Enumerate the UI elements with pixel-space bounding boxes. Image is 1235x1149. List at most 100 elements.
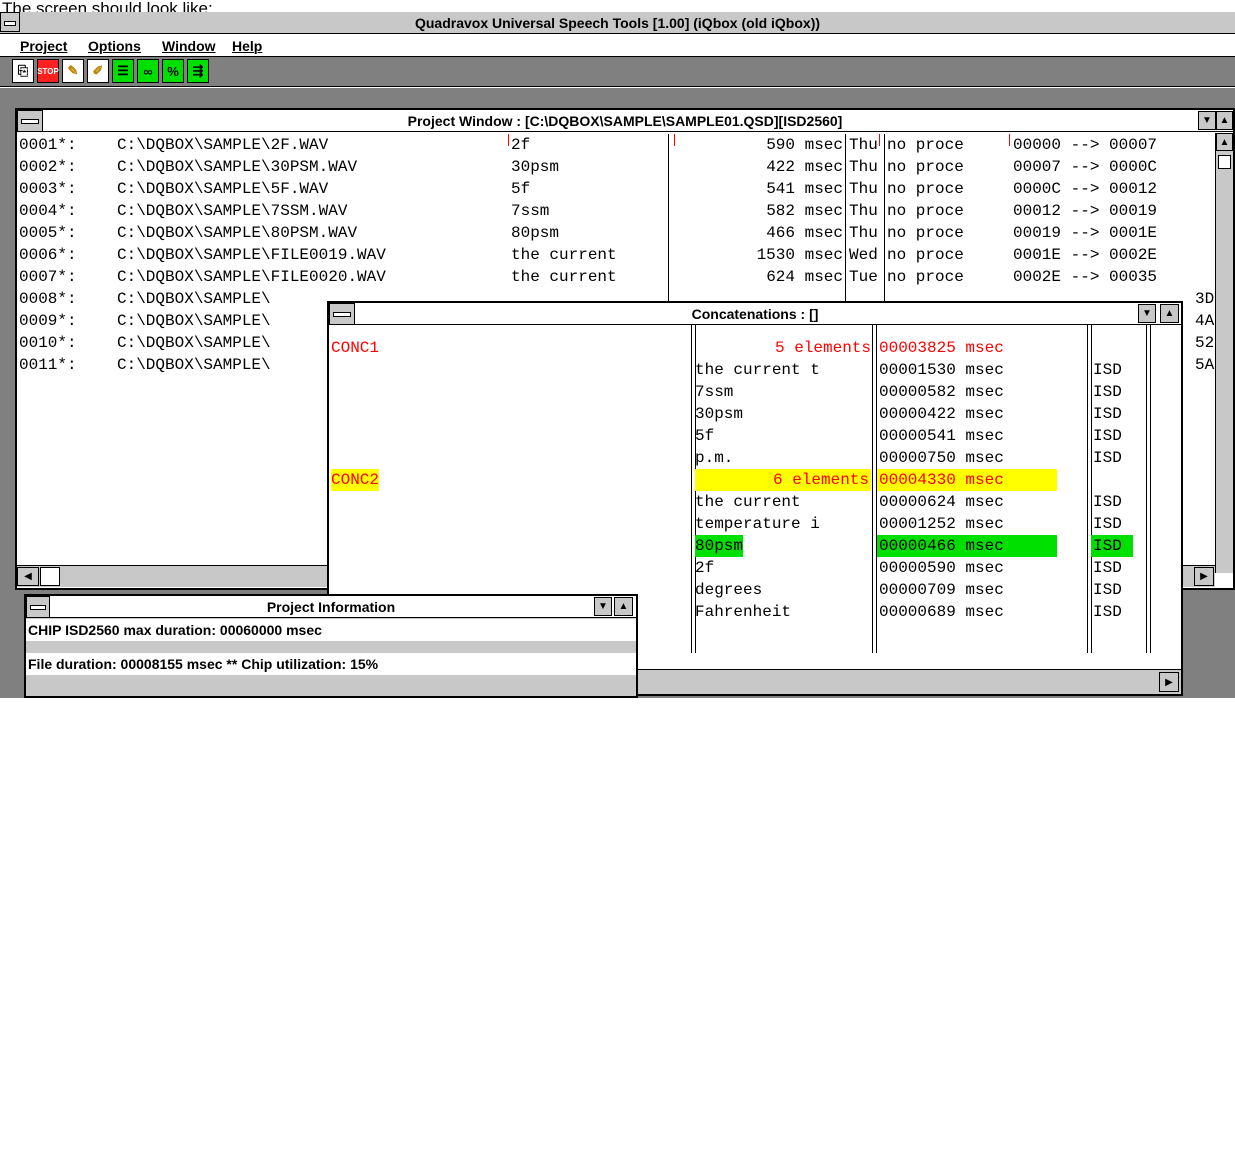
- scroll-right-arrow-icon[interactable]: ▶: [1194, 567, 1214, 586]
- file-path: C:\DQBOX\SAMPLE\7SSM.WAV: [117, 202, 348, 220]
- menu-bar: Project Options Window Help: [0, 35, 1235, 57]
- element-chip: ISD: [1093, 449, 1122, 467]
- concatenation-list: CONC1 5 elements 00003825 msec the curre…: [329, 303, 1179, 1149]
- element-chip: ISD: [1093, 515, 1122, 533]
- scroll-up-arrow-icon[interactable]: ▲: [1216, 133, 1233, 151]
- file-day: Thu: [849, 136, 878, 154]
- scrollbar-thumb[interactable]: [40, 567, 60, 586]
- element-duration: 00000624 msec: [879, 493, 1004, 511]
- element-name[interactable]: p.m.: [695, 447, 733, 469]
- project-window-title: Project Window : [C:\DQBOX\SAMPLE\SAMPLE…: [407, 113, 843, 129]
- file-path: C:\DQBOX\SAMPLE\5F.WAV: [117, 180, 329, 198]
- table-row[interactable]: 0008*: C:\DQBOX\SAMPLE\ 3D: [17, 288, 1214, 310]
- file-name: the current: [511, 268, 617, 286]
- element-chip: ISD: [1093, 581, 1122, 599]
- concatenation-name[interactable]: CONC1: [331, 337, 379, 359]
- scroll-right-arrow-icon[interactable]: ▶: [1159, 672, 1179, 692]
- table-row[interactable]: 0005*: C:\DQBOX\SAMPLE\80PSM.WAV 80psm 4…: [17, 222, 1157, 244]
- element-name[interactable]: 30psm: [695, 403, 743, 425]
- file-id: 0011*:: [19, 356, 77, 374]
- table-row[interactable]: 0011*: C:\DQBOX\SAMPLE\ 5A: [17, 354, 1214, 376]
- list-icon[interactable]: ☰: [112, 59, 134, 83]
- element-duration: 00000709 msec: [879, 581, 1004, 599]
- file-range: 00007 --> 0000C: [1013, 158, 1158, 176]
- project-window-titlebar: Project Window : [C:\DQBOX\SAMPLE\SAMPLE…: [17, 110, 1233, 132]
- file-id: 0002*:: [19, 158, 77, 176]
- file-status: no proce: [887, 202, 964, 220]
- scroll-left-arrow-icon[interactable]: ◀: [17, 567, 39, 586]
- file-day: Thu: [849, 180, 878, 198]
- table-row[interactable]: 0001*: C:\DQBOX\SAMPLE\2F.WAV 2f 590 mse…: [17, 134, 1157, 156]
- element-name[interactable]: 5f: [695, 425, 714, 447]
- element-name[interactable]: the current t: [695, 359, 872, 381]
- element-name[interactable]: Fahrenheit: [695, 601, 791, 623]
- table-row[interactable]: 0004*: C:\DQBOX\SAMPLE\7SSM.WAV 7ssm 582…: [17, 200, 1157, 222]
- file-name: 7ssm: [511, 202, 550, 220]
- element-chip: ISD: [1093, 427, 1122, 445]
- flashlight-icon[interactable]: ✎: [62, 59, 84, 83]
- element-name-selected[interactable]: 80psm: [695, 535, 744, 557]
- concatenation-summary: 5 elements: [774, 339, 871, 357]
- table-row[interactable]: 0002*: C:\DQBOX\SAMPLE\30PSM.WAV 30psm 4…: [17, 156, 1157, 178]
- table-row[interactable]: 0009*: C:\DQBOX\SAMPLE\ 4A: [17, 310, 1214, 332]
- file-path: C:\DQBOX\SAMPLE\: [117, 356, 271, 374]
- menu-window[interactable]: Window: [162, 38, 216, 54]
- menu-project[interactable]: Project: [20, 38, 67, 54]
- element-chip-selected: ISD: [1091, 535, 1133, 557]
- file-name: 30psm: [511, 158, 560, 176]
- vertical-scrollbar[interactable]: ▲: [1215, 133, 1233, 573]
- table-row[interactable]: 0007*: C:\DQBOX\SAMPLE\FILE0020.WAV the …: [17, 266, 1157, 288]
- element-chip: ISD: [1093, 361, 1122, 379]
- element-chip: ISD: [1093, 383, 1122, 401]
- file-id: 0004*:: [19, 202, 77, 220]
- element-name[interactable]: 2f: [695, 557, 714, 579]
- file-range: 00019 --> 0001E: [1013, 224, 1158, 242]
- open-project-icon[interactable]: ⎘: [12, 59, 34, 83]
- file-day: Thu: [849, 202, 878, 220]
- chain-edit-icon[interactable]: %: [162, 59, 184, 83]
- element-duration: 00000689 msec: [879, 603, 1004, 621]
- table-row[interactable]: 0006*: C:\DQBOX\SAMPLE\FILE0019.WAV the …: [17, 244, 1157, 266]
- file-duration: 541 msec: [766, 180, 843, 198]
- project-information-window: Project Information ▼ ▲ CHIP ISD2560 max…: [24, 594, 638, 698]
- concatenation-name[interactable]: CONC2: [331, 469, 380, 491]
- file-range: 0001E --> 0002E: [1013, 246, 1158, 264]
- element-name[interactable]: 7ssm: [695, 381, 733, 403]
- stop-icon[interactable]: STOP: [37, 59, 59, 83]
- menu-help[interactable]: Help: [232, 38, 262, 54]
- file-day: Thu: [849, 158, 878, 176]
- file-duration: 1530 msec: [756, 246, 843, 264]
- scroll-down-arrow-icon[interactable]: ▼: [1198, 111, 1216, 130]
- file-status: no proce: [887, 268, 964, 286]
- maximize-arrow-icon[interactable]: ▲: [614, 597, 633, 616]
- project-info-titlebar: Project Information ▼ ▲: [26, 596, 636, 618]
- element-chip: ISD: [1093, 493, 1122, 511]
- scroll-up-arrow-icon[interactable]: ▲: [1216, 111, 1233, 130]
- file-day: Thu: [849, 224, 878, 242]
- file-id: 0003*:: [19, 180, 77, 198]
- scrollbar-thumb[interactable]: [1218, 155, 1231, 169]
- file-id: 0006*:: [19, 246, 77, 264]
- file-path: C:\DQBOX\SAMPLE\FILE0019.WAV: [117, 246, 386, 264]
- chain-icon[interactable]: ∞: [137, 59, 159, 83]
- element-duration: 00000422 msec: [879, 405, 1004, 423]
- flashlight-play-icon[interactable]: ✐: [87, 59, 109, 83]
- file-day: Wed: [849, 246, 878, 264]
- element-chip: ISD: [1093, 405, 1122, 423]
- element-duration: 00000750 msec: [879, 449, 1004, 467]
- file-name: 5f: [511, 180, 531, 198]
- project-info-title: Project Information: [266, 599, 396, 615]
- file-range: 00012 --> 00019: [1013, 202, 1158, 220]
- file-duration: 582 msec: [766, 202, 843, 220]
- minimize-arrow-icon[interactable]: ▼: [594, 597, 612, 616]
- menu-options[interactable]: Options: [88, 38, 141, 54]
- file-duration: 422 msec: [766, 158, 843, 176]
- export-icon[interactable]: ⇶: [187, 59, 209, 83]
- table-row[interactable]: 0003*: C:\DQBOX\SAMPLE\5F.WAV 5f 541 mse…: [17, 178, 1157, 200]
- file-path: C:\DQBOX\SAMPLE\80PSM.WAV: [117, 224, 358, 242]
- element-name[interactable]: temperature i: [695, 513, 872, 535]
- file-path: C:\DQBOX\SAMPLE\: [117, 312, 271, 330]
- element-name[interactable]: the current: [695, 491, 801, 513]
- table-row[interactable]: 0010*: C:\DQBOX\SAMPLE\ 52: [17, 332, 1214, 354]
- element-name[interactable]: degrees: [695, 579, 762, 601]
